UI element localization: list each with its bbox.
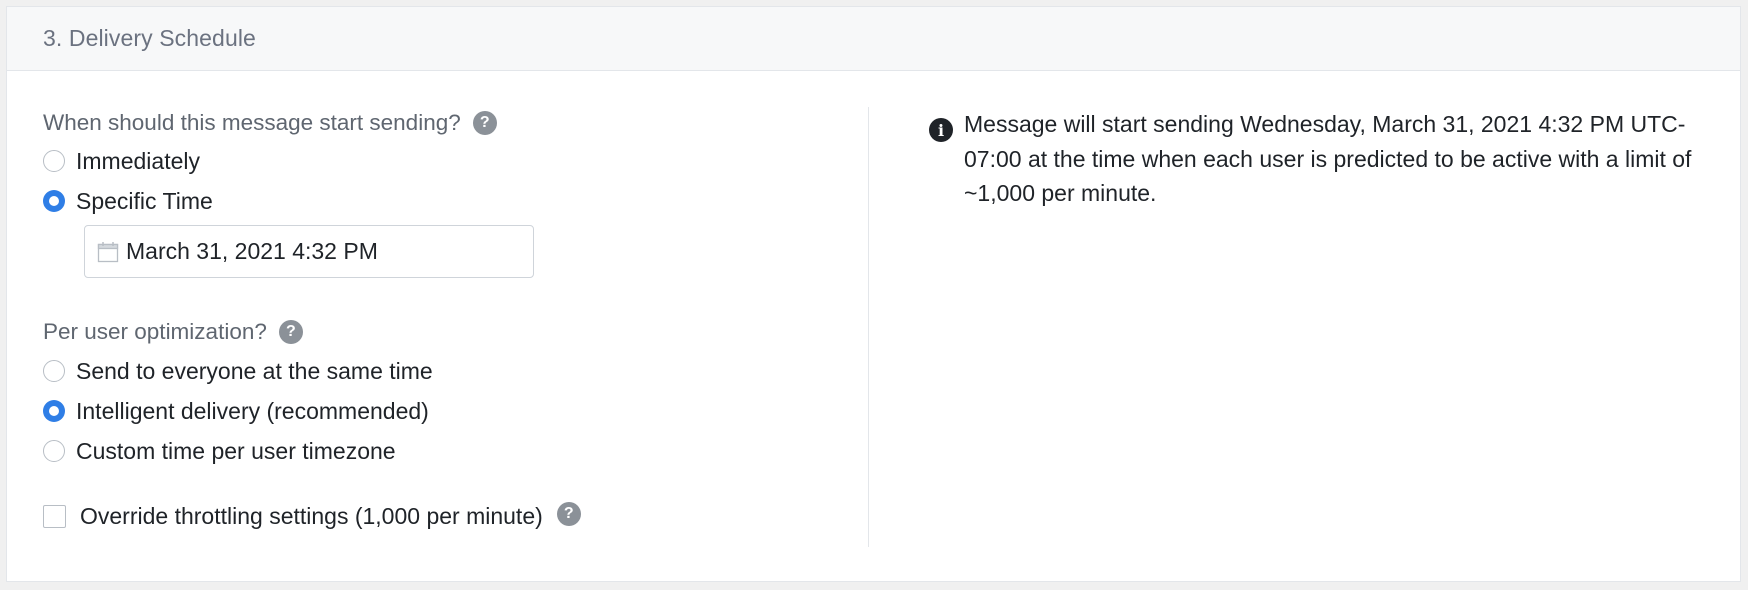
radio-intelligent-delivery[interactable]: Intelligent delivery (recommended): [43, 391, 823, 431]
summary-row: i Message will start sending Wednesday, …: [929, 107, 1709, 211]
radio-immediately[interactable]: Immediately: [43, 141, 823, 181]
throttling-row: Override throttling settings (1,000 per …: [43, 496, 823, 536]
calendar-icon: [97, 241, 119, 263]
info-circle-icon: i: [929, 118, 953, 142]
radio-label: Intelligent delivery (recommended): [76, 397, 429, 424]
schedule-summary: i Message will start sending Wednesday, …: [929, 107, 1709, 211]
radio-button[interactable]: [43, 440, 65, 462]
radio-label: Send to everyone at the same time: [76, 357, 433, 384]
radio-button[interactable]: [43, 400, 65, 422]
panel-header: 3. Delivery Schedule: [7, 7, 1740, 71]
section-title: 3. Delivery Schedule: [43, 25, 256, 51]
question-circle-icon[interactable]: ?: [472, 111, 497, 135]
throttling-label: Override throttling settings (1,000 per …: [80, 502, 543, 529]
override-throttling-checkbox[interactable]: [43, 504, 66, 528]
radio-label: Immediately: [76, 147, 200, 174]
summary-text: Message will start sending Wednesday, Ma…: [964, 111, 1692, 206]
question-circle-icon[interactable]: ?: [278, 320, 303, 344]
column-divider: [868, 107, 869, 547]
radio-button[interactable]: [43, 190, 65, 212]
question-circle-icon[interactable]: ?: [556, 502, 581, 526]
radio-same-time[interactable]: Send to everyone at the same time: [43, 351, 823, 391]
radio-button[interactable]: [43, 360, 65, 382]
radio-button[interactable]: [43, 150, 65, 172]
start-sending-label: When should this message start sending?: [43, 110, 461, 135]
radio-custom-timezone[interactable]: Custom time per user timezone: [43, 431, 823, 471]
radio-label: Specific Time: [76, 187, 213, 214]
radio-label: Custom time per user timezone: [76, 437, 396, 464]
datetime-value: March 31, 2021 4:32 PM: [126, 238, 378, 264]
datetime-input[interactable]: March 31, 2021 4:32 PM: [84, 225, 534, 278]
schedule-options: When should this message start sending? …: [43, 107, 823, 536]
radio-specific-time[interactable]: Specific Time: [43, 181, 823, 221]
delivery-schedule-panel: 3. Delivery Schedule When should this me…: [6, 6, 1741, 582]
optimization-label: Per user optimization?: [43, 319, 267, 344]
start-sending-question: When should this message start sending? …: [43, 107, 823, 139]
optimization-question: Per user optimization? ?: [43, 316, 823, 348]
